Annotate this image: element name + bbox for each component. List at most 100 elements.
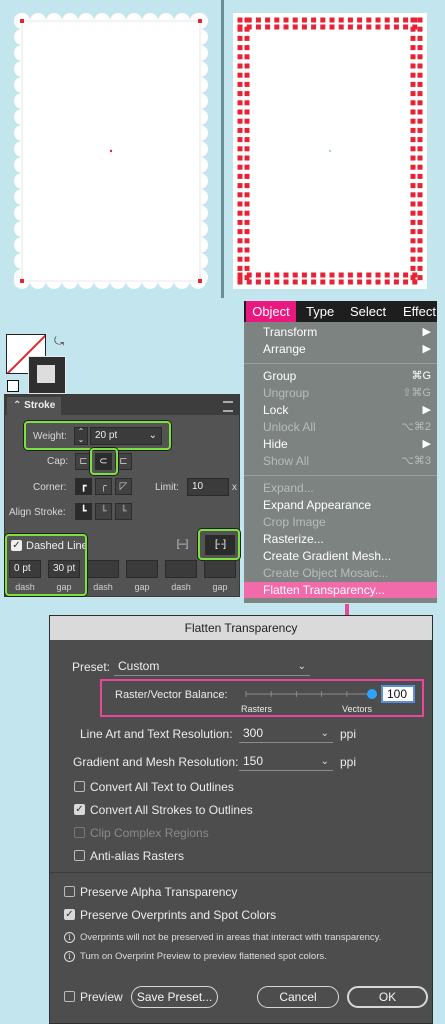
align-outside-button[interactable]: ┗ bbox=[115, 503, 132, 520]
menu-item-unlock-all[interactable]: Unlock All bbox=[263, 420, 316, 434]
cap-label: Cap: bbox=[47, 456, 69, 467]
menu-type[interactable]: Type bbox=[306, 301, 334, 322]
clip-regions-label: Clip Complex Regions bbox=[90, 826, 209, 840]
line-art-label: Line Art and Text Resolution: bbox=[80, 727, 233, 741]
rasters-label: Rasters bbox=[241, 704, 273, 714]
preview-checkbox[interactable] bbox=[64, 991, 75, 1002]
save-preset-button[interactable]: Save Preset... bbox=[131, 986, 218, 1008]
menu-item-crop-image[interactable]: Crop Image bbox=[263, 515, 326, 529]
menu-effect[interactable]: Effect bbox=[403, 301, 436, 322]
round-join-button[interactable]: ╭ bbox=[95, 478, 112, 495]
anchor-point[interactable] bbox=[198, 19, 202, 23]
submenu-arrow-icon: ▶ bbox=[422, 326, 431, 338]
menu-item-lock[interactable]: Lock bbox=[263, 403, 288, 417]
chevron-down-icon: ⌄ bbox=[320, 728, 329, 739]
panel-header: ⌃ Stroke bbox=[5, 395, 239, 415]
panel-menu-icon[interactable] bbox=[223, 401, 233, 412]
antialias-checkbox[interactable] bbox=[74, 850, 85, 861]
menu-separator bbox=[244, 363, 437, 364]
overprint-note: Overprints will not be preserved in area… bbox=[80, 932, 382, 943]
alpha-checkbox[interactable] bbox=[64, 886, 75, 897]
submenu-arrow-icon: ▶ bbox=[422, 343, 431, 355]
info-icon: i bbox=[64, 951, 75, 962]
overprint-preview-note: Turn on Overprint Preview to preview fla… bbox=[80, 951, 327, 962]
preview-label: Preview bbox=[80, 990, 123, 1004]
dialog-title: Flatten Transparency bbox=[50, 616, 432, 640]
preset-label: Preset: bbox=[72, 660, 111, 674]
slider-thumb[interactable] bbox=[367, 689, 377, 699]
menu-item-arrange[interactable]: Arrange bbox=[263, 342, 306, 356]
menu-item-create-object-mosaic[interactable]: Create Object Mosaic... bbox=[263, 566, 388, 580]
preset-dropdown[interactable]: Custom ⌄ bbox=[114, 658, 310, 676]
menu-shortcut: ⌥⌘2 bbox=[401, 421, 431, 433]
menu-item-group[interactable]: Group bbox=[263, 369, 296, 383]
text-outlines-label: Convert All Text to Outlines bbox=[90, 780, 234, 794]
overprints-checkbox[interactable]: ✓ bbox=[64, 909, 75, 920]
limit-label: Limit: bbox=[155, 482, 179, 493]
preserve-dash-button[interactable]: [‐‐‐] bbox=[169, 537, 195, 554]
menu-item-create-gradient-mesh[interactable]: Create Gradient Mesh... bbox=[263, 549, 391, 563]
submenu-arrow-icon: ▶ bbox=[422, 438, 431, 450]
menu-item-expand-appearance[interactable]: Expand Appearance bbox=[263, 498, 371, 512]
tab-stroke[interactable]: ⌃ Stroke bbox=[7, 397, 62, 415]
bevel-join-button[interactable]: ◸ bbox=[115, 478, 132, 495]
menu-object[interactable]: Object bbox=[246, 301, 296, 322]
menu-item-expand[interactable]: Expand... bbox=[263, 481, 314, 495]
dash-3-caption: dash bbox=[171, 582, 191, 592]
divider bbox=[221, 0, 224, 298]
gap-2-input[interactable] bbox=[126, 560, 158, 578]
chevron-down-icon: ⌄ bbox=[320, 756, 329, 767]
gap-3-caption: gap bbox=[212, 582, 228, 592]
object-menu: Object Type Select Effect Transform ▶ Arra… bbox=[244, 301, 437, 603]
menu-separator bbox=[244, 475, 437, 476]
scalloped-artboard-left bbox=[14, 13, 208, 289]
round-cap-highlight bbox=[90, 448, 118, 475]
clip-regions-checkbox[interactable] bbox=[74, 827, 85, 838]
align-dash-highlight bbox=[198, 529, 240, 560]
separator bbox=[50, 872, 432, 873]
align-center-button[interactable]: ┗ bbox=[75, 503, 92, 520]
flatten-transparency-dialog: Flatten Transparency Preset: Custom ⌄ Ras… bbox=[49, 615, 433, 1024]
balance-label: Raster/Vector Balance: bbox=[115, 689, 228, 701]
anchor-point[interactable] bbox=[20, 279, 24, 283]
line-art-ppi: ppi bbox=[340, 727, 357, 741]
align-inside-button[interactable]: ┗ bbox=[95, 503, 112, 520]
gradient-dropdown[interactable]: 150 ⌄ bbox=[239, 753, 333, 771]
anchor-point[interactable] bbox=[198, 279, 202, 283]
menu-item-rasterize[interactable]: Rasterize... bbox=[263, 532, 324, 546]
gap-3-input[interactable] bbox=[204, 560, 236, 578]
stroke-outlines-checkbox[interactable]: ✓ bbox=[74, 804, 85, 815]
menu-item-ungroup[interactable]: Ungroup bbox=[263, 386, 309, 400]
line-art-value: 300 bbox=[243, 726, 264, 740]
center-point bbox=[109, 149, 113, 153]
dotted-border-artboard-right bbox=[233, 13, 427, 289]
menu-bar: Object Type Select Effect bbox=[244, 301, 437, 322]
anchor-point[interactable] bbox=[20, 19, 24, 23]
limit-input[interactable]: 10 bbox=[187, 478, 229, 496]
menu-item-transform[interactable]: Transform bbox=[263, 325, 317, 339]
balance-slider[interactable] bbox=[240, 684, 380, 704]
line-art-dropdown[interactable]: 300 ⌄ bbox=[239, 725, 333, 743]
default-colors-icon[interactable] bbox=[7, 380, 19, 392]
cancel-button[interactable]: Cancel bbox=[257, 986, 339, 1008]
menu-shortcut: ⇧⌘G bbox=[402, 387, 431, 399]
fill-stroke-swatch[interactable]: ⤿ bbox=[4, 332, 68, 394]
miter-join-button[interactable]: ┏ bbox=[75, 478, 92, 495]
preset-value: Custom bbox=[118, 659, 160, 673]
dashed-line-highlight bbox=[5, 534, 87, 596]
menu-item-flatten-transparency[interactable]: Flatten Transparency... bbox=[263, 583, 385, 597]
menu-item-show-all[interactable]: Show All bbox=[263, 454, 309, 468]
dash-3-input[interactable] bbox=[165, 560, 197, 578]
stroke-color-swatch[interactable] bbox=[28, 356, 66, 394]
gradient-ppi: ppi bbox=[340, 755, 357, 769]
text-outlines-checkbox[interactable] bbox=[74, 781, 85, 792]
swap-arrows-icon[interactable]: ⤿ bbox=[54, 334, 64, 349]
dash-2-input[interactable] bbox=[87, 560, 119, 578]
menu-item-hide[interactable]: Hide bbox=[263, 437, 288, 451]
corner-label: Corner: bbox=[33, 482, 67, 493]
collapse-icon[interactable]: ⌃ bbox=[13, 400, 24, 411]
balance-input[interactable]: 100 bbox=[381, 685, 415, 703]
submenu-arrow-icon: ▶ bbox=[422, 404, 431, 416]
menu-select[interactable]: Select bbox=[350, 301, 386, 322]
ok-button[interactable]: OK bbox=[347, 986, 428, 1008]
